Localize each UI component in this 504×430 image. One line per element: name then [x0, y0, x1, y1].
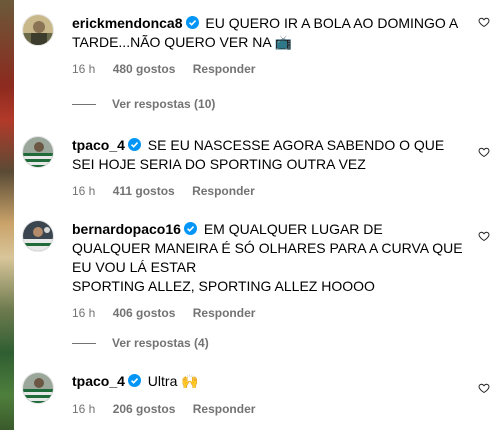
comment-time: 16 h [72, 184, 96, 198]
verified-badge-icon [127, 374, 141, 387]
comment-text: erickmendonca8 EU QUERO IR A BOLA AO DOM… [72, 14, 464, 52]
comment-text: tpaco_4 SE EU NASCESSE AGORA SABENDO O Q… [72, 136, 464, 174]
comment-likes[interactable]: 206 gostos [113, 402, 176, 416]
comment-likes[interactable]: 406 gostos [113, 306, 176, 320]
view-replies-button[interactable]: Ver respostas (10) [72, 97, 215, 111]
view-replies-button[interactable]: Ver respostas (4) [72, 336, 209, 350]
comment-text: tpaco_4 Ultra 🙌 [72, 372, 464, 391]
comment-text: bernardopaco16 EM QUALQUER LUGAR DE QUAL… [72, 220, 464, 296]
reply-button[interactable]: Responder [193, 306, 256, 320]
comment-time: 16 h [72, 402, 96, 416]
avatar[interactable] [22, 136, 54, 168]
comment-username[interactable]: tpaco_4 [72, 373, 125, 389]
comment-meta: 16 h 206 gostos Responder [72, 401, 464, 417]
comment-body: Ultra 🙌 [143, 373, 199, 389]
comment-meta: 16 h 406 gostos Responder [72, 305, 464, 321]
heart-outline-icon[interactable] [478, 382, 490, 394]
heart-outline-icon[interactable] [478, 16, 490, 28]
comment-meta: 16 h 480 gostos Responder [72, 61, 464, 77]
comment-likes[interactable]: 480 gostos [113, 62, 176, 76]
avatar[interactable] [22, 220, 54, 252]
comment-body-line2: SPORTING ALLEZ, SPORTING ALLEZ HOOOO [72, 278, 375, 294]
reply-button[interactable]: Responder [193, 402, 256, 416]
comment-username[interactable]: erickmendonca8 [72, 15, 183, 31]
comment-username[interactable]: tpaco_4 [72, 137, 125, 153]
verified-badge-icon [183, 222, 197, 235]
view-replies-label: Ver respostas (4) [112, 336, 209, 350]
replies-divider-line [72, 343, 96, 345]
avatar[interactable] [22, 14, 54, 46]
comment-username[interactable]: bernardopaco16 [72, 221, 181, 237]
reply-button[interactable]: Responder [193, 62, 256, 76]
verified-badge-icon [185, 16, 199, 29]
comment-time: 16 h [72, 306, 96, 320]
avatar[interactable] [22, 372, 54, 404]
replies-divider-line [72, 104, 96, 106]
view-replies-label: Ver respostas (10) [112, 97, 216, 111]
comment-meta: 16 h 411 gostos Responder [72, 183, 464, 199]
comment-time: 16 h [72, 62, 96, 76]
heart-outline-icon[interactable] [478, 230, 490, 242]
reply-button[interactable]: Responder [192, 184, 255, 198]
verified-badge-icon [127, 138, 141, 151]
background-post-image-edge [0, 0, 14, 430]
comment-likes[interactable]: 411 gostos [113, 184, 175, 198]
heart-outline-icon[interactable] [478, 146, 490, 158]
